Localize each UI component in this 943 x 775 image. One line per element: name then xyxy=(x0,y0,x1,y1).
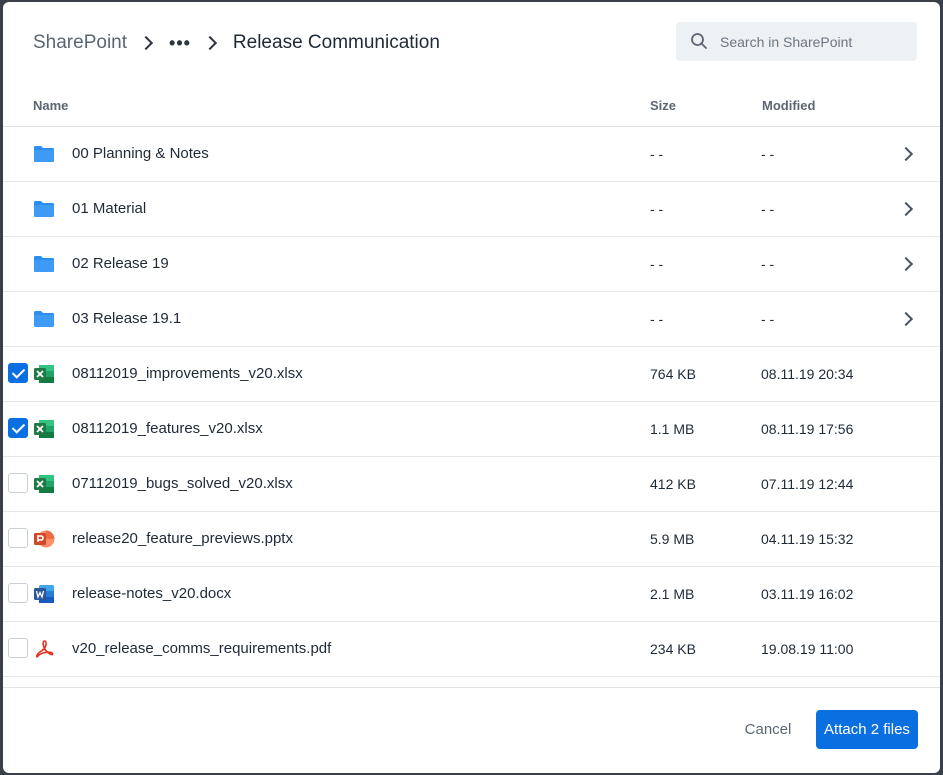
folder-icon xyxy=(33,308,55,330)
file-row[interactable]: release20_feature_previews.pptx 5.9 MB 04.… xyxy=(3,512,940,567)
excel-icon xyxy=(33,473,55,495)
folder-icon xyxy=(33,143,55,165)
breadcrumb-ellipsis-button[interactable]: ••• xyxy=(169,33,191,54)
file-modified: 08.11.19 20:34 xyxy=(761,366,854,382)
chevron-right-icon xyxy=(202,35,217,51)
search-input[interactable] xyxy=(718,30,912,54)
file-name: 03 Release 19.1 xyxy=(72,310,182,327)
file-name: 02 Release 19 xyxy=(72,255,169,272)
chevron-right-icon[interactable] xyxy=(898,201,914,217)
folder-icon xyxy=(33,253,55,275)
file-modified: 03.11.19 16:02 xyxy=(761,586,854,602)
attach-files-button[interactable]: Attach 2 files xyxy=(816,710,918,749)
file-modified: - - xyxy=(761,146,775,162)
file-checkbox[interactable] xyxy=(8,473,28,493)
file-name: release-notes_v20.docx xyxy=(72,585,232,602)
pdf-icon xyxy=(33,638,55,660)
excel-icon xyxy=(33,418,55,440)
chevron-right-icon[interactable] xyxy=(898,311,914,327)
file-name: 01 Material xyxy=(72,200,147,217)
file-row[interactable]: v20_release_comms_requirements.pdf 234 KB… xyxy=(3,622,940,677)
file-name: 07112019_bugs_solved_v20.xlsx xyxy=(72,475,293,492)
word-icon xyxy=(33,583,55,605)
search-icon xyxy=(691,33,707,49)
file-modified: 07.11.19 12:44 xyxy=(761,476,854,492)
column-header: Name Size Modified xyxy=(3,88,940,127)
chevron-right-icon xyxy=(138,35,154,51)
breadcrumb: SharePoint ••• Release Communication xyxy=(33,30,440,56)
file-size: - - xyxy=(650,256,664,272)
file-name: 08112019_features_v20.xlsx xyxy=(72,420,263,437)
dialog-footer: Cancel Attach 2 files xyxy=(3,688,940,773)
file-name: 08112019_improvements_v20.xlsx xyxy=(72,365,303,382)
folder-icon xyxy=(33,198,55,220)
file-checkbox[interactable] xyxy=(8,528,28,548)
file-size: 5.9 MB xyxy=(650,531,695,547)
file-picker-dialog: SharePoint ••• Release Communication Nam… xyxy=(3,2,940,773)
file-size: - - xyxy=(650,146,664,162)
file-size: 2.1 MB xyxy=(650,586,695,602)
file-checkbox[interactable] xyxy=(8,583,28,603)
cancel-button[interactable]: Cancel xyxy=(733,710,803,748)
file-size: - - xyxy=(650,201,664,217)
file-name: 00 Planning & Notes xyxy=(72,145,209,162)
breadcrumb-root-link[interactable]: SharePoint xyxy=(33,32,127,54)
file-name: release20_feature_previews.pptx xyxy=(72,530,293,547)
file-row[interactable]: release-notes_v20.docx 2.1 MB 03.11.19 16:… xyxy=(3,567,940,622)
file-modified: 08.11.19 17:56 xyxy=(761,421,854,437)
file-size: 412 KB xyxy=(650,476,696,492)
file-checkbox[interactable] xyxy=(8,638,28,658)
folder-row[interactable]: 01 Material - - - - xyxy=(3,182,940,237)
chevron-right-icon[interactable] xyxy=(898,256,914,272)
file-size: 1.1 MB xyxy=(650,421,695,437)
folder-row[interactable]: 00 Planning & Notes - - - - xyxy=(3,127,940,182)
file-modified: - - xyxy=(761,201,775,217)
file-row[interactable]: 07112019_bugs_solved_v20.xlsx 412 KB 07.11… xyxy=(3,457,940,512)
file-size: 234 KB xyxy=(650,641,696,657)
column-size-header[interactable]: Size xyxy=(650,98,676,113)
dialog-header: SharePoint ••• Release Communication xyxy=(3,2,940,82)
file-row[interactable]: 08112019_improvements_v20.xlsx 764 KB 08.1… xyxy=(3,347,940,402)
file-modified: 04.11.19 15:32 xyxy=(761,531,854,547)
file-name: v20_release_comms_requirements.pdf xyxy=(72,640,332,657)
breadcrumb-current: Release Communication xyxy=(232,32,440,53)
column-name-header[interactable]: Name xyxy=(33,98,68,113)
powerpoint-icon xyxy=(33,528,55,550)
search-box[interactable] xyxy=(676,22,917,61)
file-checkbox[interactable] xyxy=(8,363,28,383)
file-list: 00 Planning & Notes - - - - 01 Material - - -… xyxy=(3,127,940,688)
file-size: - - xyxy=(650,311,664,327)
file-size: 764 KB xyxy=(650,366,696,382)
chevron-right-icon[interactable] xyxy=(898,146,914,162)
folder-row[interactable]: 03 Release 19.1 - - - - xyxy=(3,292,940,347)
folder-row[interactable]: 02 Release 19 - - - - xyxy=(3,237,940,292)
file-modified: - - xyxy=(761,311,775,327)
excel-icon xyxy=(33,363,55,385)
file-row[interactable]: 08112019_features_v20.xlsx 1.1 MB 08.11.19… xyxy=(3,402,940,457)
column-modified-header[interactable]: Modified xyxy=(762,98,815,113)
file-modified: 19.08.19 11:00 xyxy=(761,641,854,657)
file-checkbox[interactable] xyxy=(8,418,28,438)
file-modified: - - xyxy=(761,256,775,272)
